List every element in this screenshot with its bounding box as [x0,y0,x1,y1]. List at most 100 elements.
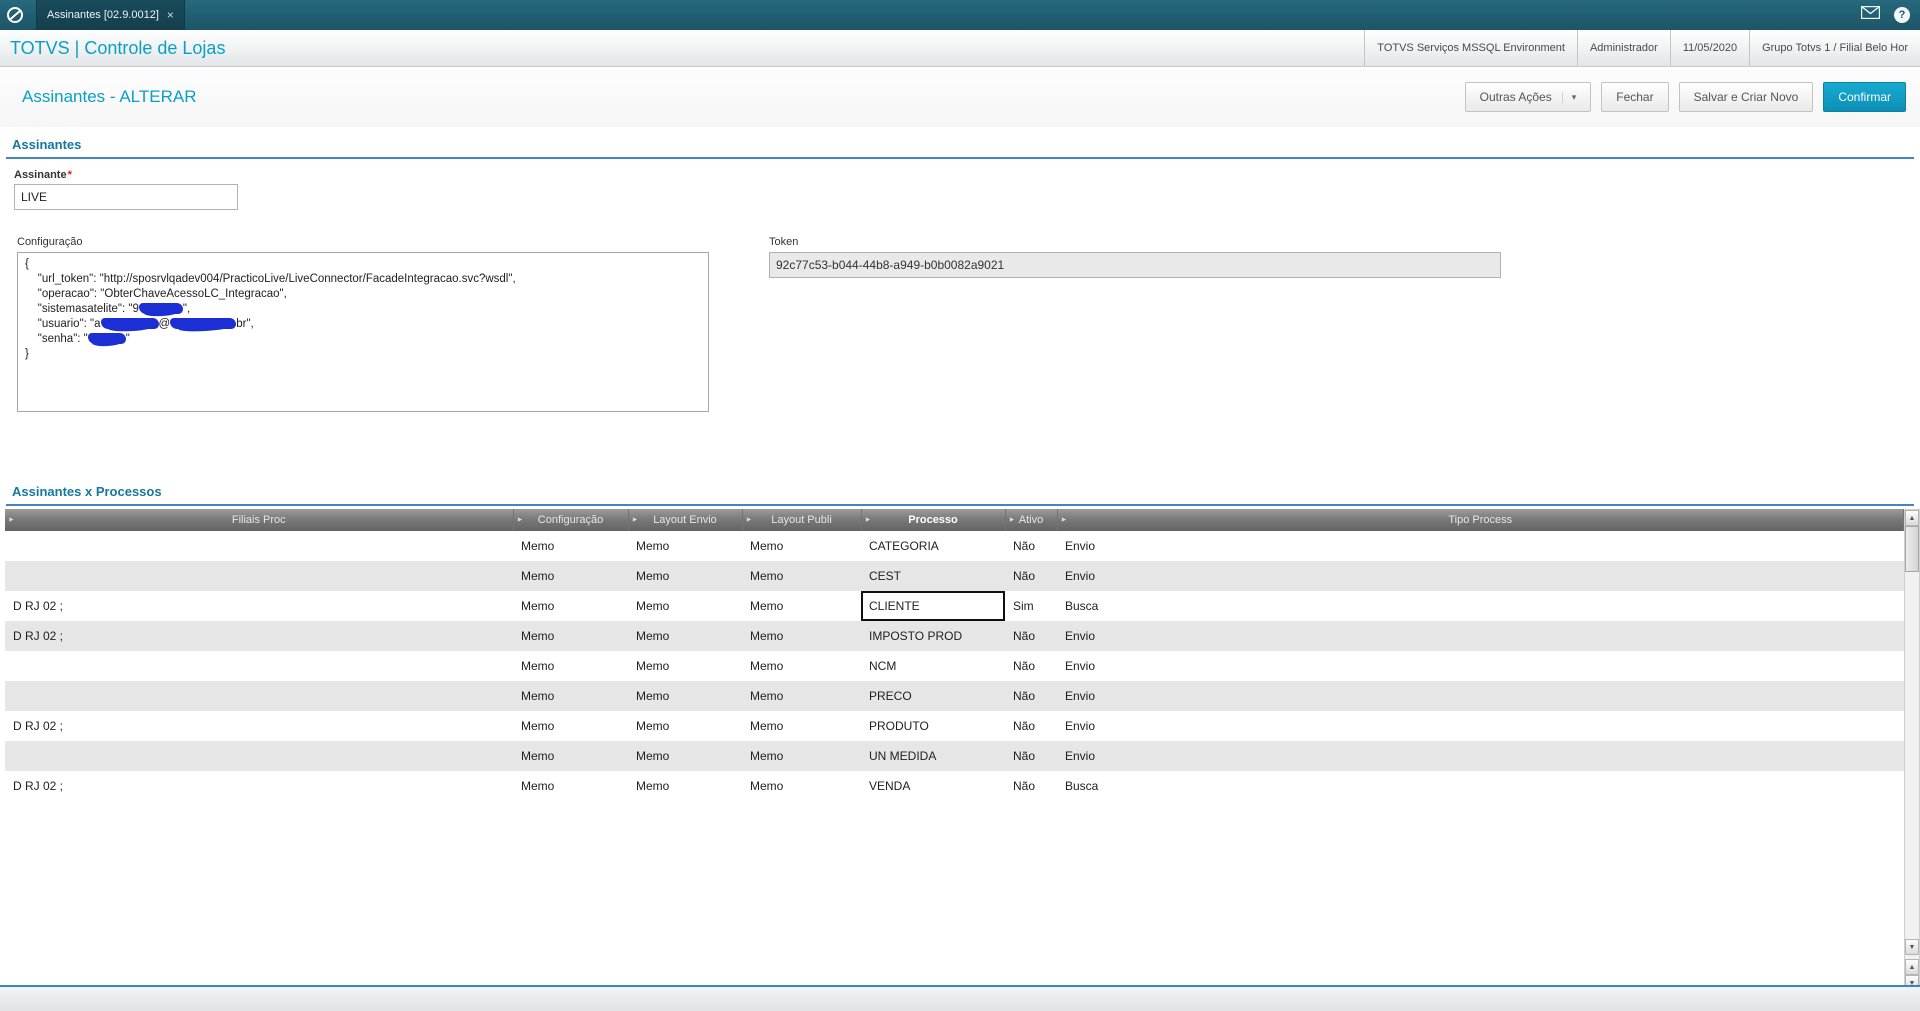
grid-cell-layout_envio[interactable]: Memo [628,681,742,711]
grid-cell-processo[interactable]: VENDA [861,771,1005,801]
table-row[interactable]: D RJ 02 ; Memo Memo Memo CLIENTE Sim Busca [5,591,1904,621]
column-header-ativo[interactable]: ► Ativo [1005,509,1058,531]
grid-cell-layout_publi[interactable]: Memo [742,531,861,561]
grid-cell-ativo[interactable]: Não [1005,771,1057,801]
confirmar-button[interactable]: Confirmar [1823,82,1906,112]
grid-cell-filiais[interactable]: D RJ 02 ; [5,591,513,621]
tab-close-icon[interactable]: × [167,8,174,22]
grid-cell-filiais[interactable]: D RJ 02 ; [5,771,513,801]
grid-cell-tipo[interactable]: Envio [1057,621,1904,651]
grid-cell-configuracao[interactable]: Memo [513,531,628,561]
grid-vertical-scrollbar[interactable]: ▲ ▼ ▲ ▼ [1904,509,1920,992]
grid-cell-ativo[interactable]: Não [1005,681,1057,711]
grid-cell-ativo[interactable]: Não [1005,621,1057,651]
grid-cell-processo[interactable]: PRECO [861,681,1005,711]
chevron-down-icon[interactable]: ▾ [1561,91,1576,103]
grid-cell-processo[interactable]: CATEGORIA [861,531,1005,561]
grid-cell-configuracao[interactable]: Memo [513,561,628,591]
grid-cell-layout_publi[interactable]: Memo [742,711,861,741]
grid-cell-tipo[interactable]: Envio [1057,711,1904,741]
help-icon[interactable]: ? [1894,7,1910,23]
grid-cell-configuracao[interactable]: Memo [513,621,628,651]
outras-acoes-button[interactable]: Outras Ações ▾ [1464,82,1592,112]
fechar-button[interactable]: Fechar [1601,82,1669,112]
column-label: Layout Envio [653,514,717,526]
grid-cell-layout_publi[interactable]: Memo [742,651,861,681]
grid-cell-ativo[interactable]: Não [1005,711,1057,741]
grid-cell-tipo[interactable]: Envio [1057,741,1904,771]
configuracao-editor[interactable]: { "url_token": "http://sposrvlqadev004/P… [17,252,709,412]
grid-cell-layout_publi[interactable]: Memo [742,561,861,591]
grid-cell-layout_envio[interactable]: Memo [628,561,742,591]
grid-cell-configuracao[interactable]: Memo [513,741,628,771]
grid-cell-tipo[interactable]: Busca [1057,771,1904,801]
grid-cell-filiais[interactable] [5,741,513,771]
grid-cell-layout_publi[interactable]: Memo [742,741,861,771]
grid-cell-ativo[interactable]: Não [1005,531,1057,561]
grid-cell-processo[interactable]: CLIENTE [861,591,1005,621]
table-row[interactable]: Memo Memo Memo CEST Não Envio [5,561,1904,591]
app-title: TOTVS | Controle de Lojas [10,37,226,58]
grid-cell-tipo[interactable]: Envio [1057,561,1904,591]
scrollbar-track[interactable] [1905,572,1919,939]
table-row[interactable]: Memo Memo Memo UN MEDIDA Não Envio [5,741,1904,771]
grid-cell-tipo[interactable]: Envio [1057,531,1904,561]
column-header-layout_publi[interactable]: ► Layout Publi [742,509,862,531]
grid-cell-layout_publi[interactable]: Memo [742,681,861,711]
grid-cell-filiais[interactable] [5,561,513,591]
column-header-processo[interactable]: ► Processo [861,509,1006,531]
column-header-configuracao[interactable]: ► Configuração [513,509,629,531]
mail-icon[interactable] [1860,5,1881,24]
grid-cell-layout_envio[interactable]: Memo [628,741,742,771]
smartclient-logo-icon[interactable] [0,6,30,24]
grid-cell-ativo[interactable]: Não [1005,561,1057,591]
grid-cell-tipo[interactable]: Envio [1057,681,1904,711]
grid-cell-layout_publi[interactable]: Memo [742,771,861,801]
scroll-up-button[interactable]: ▲ [1905,510,1919,526]
grid-cell-processo[interactable]: CEST [861,561,1005,591]
salvar-e-criar-novo-button[interactable]: Salvar e Criar Novo [1678,82,1814,112]
table-row[interactable]: D RJ 02 ; Memo Memo Memo PRODUTO Não Envio [5,711,1904,741]
assinante-input[interactable] [14,184,238,210]
table-row[interactable]: D RJ 02 ; Memo Memo Memo VENDA Não Busca [5,771,1904,801]
grid-cell-filiais[interactable] [5,651,513,681]
grid-cell-processo[interactable]: IMPOSTO PROD [861,621,1005,651]
page-scroll-up-button[interactable]: ▲ [1905,959,1919,975]
grid-cell-layout_envio[interactable]: Memo [628,771,742,801]
grid-cell-configuracao[interactable]: Memo [513,591,628,621]
column-header-filiais[interactable]: ► Filiais Proc [5,509,514,531]
grid-cell-layout_envio[interactable]: Memo [628,621,742,651]
table-row[interactable]: Memo Memo Memo PRECO Não Envio [5,681,1904,711]
grid-cell-ativo[interactable]: Sim [1005,591,1057,621]
grid-cell-filiais[interactable]: D RJ 02 ; [5,711,513,741]
scroll-down-button[interactable]: ▼ [1905,939,1919,955]
table-row[interactable]: Memo Memo Memo CATEGORIA Não Envio [5,531,1904,561]
grid-cell-configuracao[interactable]: Memo [513,771,628,801]
grid-cell-filiais[interactable] [5,681,513,711]
grid-cell-ativo[interactable]: Não [1005,651,1057,681]
table-row[interactable]: D RJ 02 ; Memo Memo Memo IMPOSTO PROD Não Envi… [5,621,1904,651]
grid-cell-layout_publi[interactable]: Memo [742,591,861,621]
grid-cell-ativo[interactable]: Não [1005,741,1057,771]
scrollbar-thumb[interactable] [1905,526,1919,572]
column-header-layout_envio[interactable]: ► Layout Envio [628,509,743,531]
grid-cell-filiais[interactable] [5,531,513,561]
grid-cell-processo[interactable]: PRODUTO [861,711,1005,741]
grid-cell-layout_envio[interactable]: Memo [628,651,742,681]
table-row[interactable]: Memo Memo Memo NCM Não Envio [5,651,1904,681]
grid-cell-layout_publi[interactable]: Memo [742,621,861,651]
grid-cell-layout_envio[interactable]: Memo [628,531,742,561]
grid-cell-tipo[interactable]: Busca [1057,591,1904,621]
token-input[interactable] [769,252,1501,278]
grid-cell-filiais[interactable]: D RJ 02 ; [5,621,513,651]
grid-cell-processo[interactable]: NCM [861,651,1005,681]
grid-cell-tipo[interactable]: Envio [1057,651,1904,681]
tab-assinantes[interactable]: Assinantes [02.9.0012] × [36,0,185,30]
grid-cell-configuracao[interactable]: Memo [513,681,628,711]
grid-cell-layout_envio[interactable]: Memo [628,591,742,621]
grid-cell-configuracao[interactable]: Memo [513,651,628,681]
grid-cell-configuracao[interactable]: Memo [513,711,628,741]
grid-cell-layout_envio[interactable]: Memo [628,711,742,741]
column-header-tipo[interactable]: ► Tipo Process [1057,509,1904,531]
grid-cell-processo[interactable]: UN MEDIDA [861,741,1005,771]
